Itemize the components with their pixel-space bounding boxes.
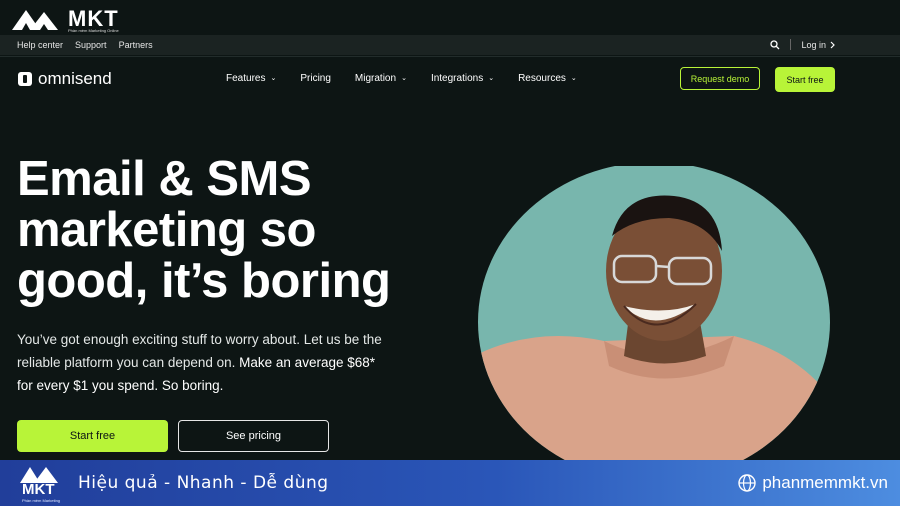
nav-item-integrations[interactable]: Integrations ⌄ — [431, 73, 494, 84]
nav-item-label: Pricing — [300, 73, 331, 84]
hero-photo — [478, 166, 830, 460]
brand-name: omnisend — [38, 69, 112, 88]
nav-start-free-button[interactable]: Start free — [775, 67, 835, 92]
utility-divider — [790, 39, 792, 50]
login-link[interactable]: Log in — [801, 40, 836, 50]
nav-item-migration[interactable]: Migration ⌄ — [355, 73, 407, 84]
nav-item-resources[interactable]: Resources ⌄ — [518, 73, 577, 84]
headline-line: good, it’s boring — [17, 254, 391, 308]
utility-bar: Help center Support Partners Log in — [0, 35, 900, 55]
login-label: Log in — [801, 39, 826, 50]
mkt-watermark-logo: MKT Phần mềm Marketing Online — [10, 4, 140, 34]
chevron-down-icon: ⌄ — [488, 75, 495, 82]
support-link[interactable]: Support — [75, 40, 107, 50]
nav-menu: Features ⌄ Pricing Migration ⌄ Integrati… — [226, 73, 577, 84]
nav-item-label: Features — [226, 73, 266, 84]
search-icon[interactable] — [770, 39, 780, 50]
chevron-down-icon: ⌄ — [270, 75, 277, 82]
banner-site[interactable]: phanmemmkt.vn — [738, 473, 888, 493]
chevron-right-icon — [830, 41, 835, 48]
banner-logo-sub: Phần mềm Marketing — [22, 498, 61, 503]
nav-item-pricing[interactable]: Pricing — [300, 73, 331, 84]
see-pricing-button[interactable]: See pricing — [178, 420, 329, 452]
request-demo-button[interactable]: Request demo — [680, 67, 760, 90]
main-nav: omnisend Features ⌄ Pricing Migration ⌄ … — [0, 56, 900, 103]
watermark-tagline: Phần mềm Marketing Online — [68, 28, 119, 33]
nav-item-label: Migration — [354, 73, 397, 84]
omnisend-logo[interactable]: omnisend — [18, 69, 112, 89]
help-center-link[interactable]: Help center — [17, 40, 63, 50]
nav-item-label: Resources — [518, 73, 566, 84]
partners-link[interactable]: Partners — [119, 40, 153, 50]
hero-subtext: You’ve got enough exciting stuff to worr… — [17, 328, 387, 397]
banner-slogan: Hiệu quả - Nhanh - Dễ dùng — [78, 473, 329, 493]
omnisend-logo-icon — [18, 72, 32, 86]
hero-start-free-button[interactable]: Start free — [17, 420, 168, 452]
chevron-down-icon: ⌄ — [401, 75, 407, 82]
headline-line: Email & SMS — [17, 152, 312, 206]
promo-banner: MKT Phần mềm Marketing Hiệu quả - Nhanh … — [0, 460, 900, 506]
utility-links: Help center Support Partners — [17, 40, 153, 50]
banner-site-label: phanmemmkt.vn — [762, 473, 888, 492]
headline-line: marketing so — [17, 203, 316, 257]
chevron-down-icon: ⌄ — [570, 75, 577, 82]
nav-item-features[interactable]: Features ⌄ — [226, 73, 276, 84]
banner-logo-text: MKT — [22, 481, 55, 498]
nav-item-label: Integrations — [430, 73, 484, 84]
mkt-mountains-icon — [12, 10, 58, 30]
hero-headline: Email & SMS marketing so good, it’s bori… — [17, 154, 457, 307]
globe-icon — [738, 474, 757, 492]
utility-right: Log in — [770, 39, 836, 50]
